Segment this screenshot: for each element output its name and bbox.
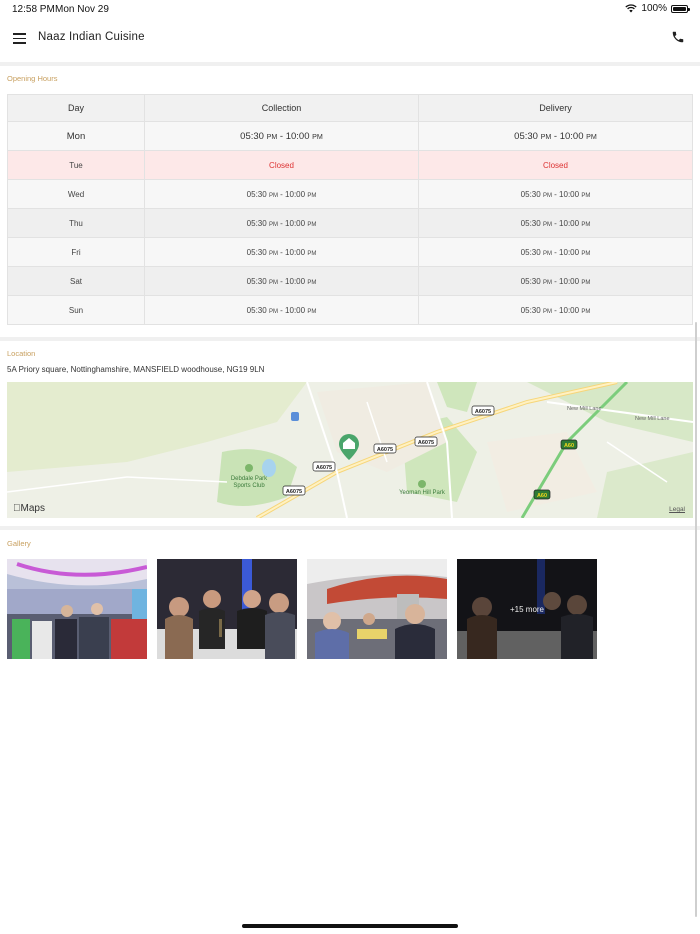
hours-delivery-closed: Closed [418, 150, 693, 180]
gallery-more-overlay[interactable]: +15 more [457, 559, 597, 659]
gallery-thumb-2[interactable] [157, 559, 297, 659]
restaurant-title: Naaz Indian Cuisine [38, 31, 145, 43]
status-bar: 12:58 PM Mon Nov 29 100% [0, 0, 700, 18]
gallery-more-count: +15 more [509, 604, 545, 614]
hamburger-menu-icon[interactable] [13, 33, 26, 44]
scroll-indicator [695, 322, 697, 917]
hours-day: Fri [7, 237, 145, 267]
battery-icon [671, 4, 690, 13]
opening-hours-label: Opening Hours [7, 74, 58, 83]
svg-text:A6075: A6075 [475, 409, 491, 415]
table-header-row: Day Collection Delivery [7, 94, 693, 122]
svg-text:A60: A60 [564, 443, 574, 449]
svg-text:Sports Club: Sports Club [233, 483, 265, 489]
hours-collection: 05:30 PM - 10:00 PM [144, 295, 419, 325]
location-divider [0, 526, 700, 530]
location-map[interactable]: A6075 A6075 A6075 A6075 A6075 A60 A60 De… [7, 382, 693, 518]
hours-collection: 05:30 PM - 10:00 PM [144, 121, 419, 151]
gallery-label: Gallery [7, 539, 31, 548]
hours-day: Sun [7, 295, 145, 325]
hours-collection: 05:30 PM - 10:00 PM [144, 266, 419, 296]
svg-text:A6075: A6075 [316, 465, 332, 471]
status-time: 12:58 PM [12, 4, 55, 15]
status-date: Mon Nov 29 [55, 4, 109, 15]
wifi-icon [625, 4, 638, 13]
hours-day: Mon [7, 121, 145, 151]
hours-collection: 05:30 PM - 10:00 PM [144, 179, 419, 209]
hours-collection: 05:30 PM - 10:00 PM [144, 237, 419, 267]
address-text: 5A Priory square, Nottinghamshire, MANSF… [7, 365, 265, 374]
app-header: Naaz Indian Cuisine [0, 18, 700, 62]
battery-percent: 100% [641, 3, 667, 14]
svg-text:A6075: A6075 [286, 489, 302, 495]
map-canvas: A6075 A6075 A6075 A6075 A6075 A60 A60 De… [7, 382, 693, 518]
map-label-debdale: Debdale Park [231, 476, 268, 482]
hours-delivery: 05:30 PM - 10:00 PM [418, 121, 693, 151]
col-collection: Collection [144, 94, 419, 122]
col-day: Day [7, 94, 145, 122]
hours-row-thu: Thu 05:30 PM - 10:00 PM 05:30 PM - 10:00 P… [7, 208, 693, 238]
apple-maps-logo: Maps [13, 503, 45, 514]
map-legal-link[interactable]: Legal [669, 506, 685, 513]
hours-row-sat: Sat 05:30 PM - 10:00 PM 05:30 PM - 10:00 P… [7, 266, 693, 296]
hours-row-fri: Fri 05:30 PM - 10:00 PM 05:30 PM - 10:00 P… [7, 237, 693, 267]
gallery-thumb-more[interactable]: +15 more [457, 559, 597, 659]
hours-collection: 05:30 PM - 10:00 PM [144, 208, 419, 238]
hours-row-wed: Wed 05:30 PM - 10:00 PM 05:30 PM - 10:00 P… [7, 179, 693, 209]
phone-icon[interactable] [671, 30, 685, 44]
location-label: Location [7, 349, 36, 358]
hours-delivery: 05:30 PM - 10:00 PM [418, 179, 693, 209]
hours-delivery: 05:30 PM - 10:00 PM [418, 295, 693, 325]
hours-day: Wed [7, 179, 145, 209]
home-indicator[interactable] [242, 924, 458, 928]
hours-delivery: 05:30 PM - 10:00 PM [418, 266, 693, 296]
header-divider [0, 62, 700, 66]
hours-row-tue: Tue Closed Closed [7, 150, 693, 180]
hours-day: Thu [7, 208, 145, 238]
hours-divider [0, 337, 700, 341]
opening-hours-table: Day Collection Delivery Mon 05:30 PM - 10… [7, 94, 693, 325]
hours-delivery: 05:30 PM - 10:00 PM [418, 208, 693, 238]
svg-text:New Mill Lane: New Mill Lane [635, 416, 670, 422]
col-delivery: Delivery [418, 94, 693, 122]
svg-text:New Mill Lane: New Mill Lane [567, 406, 602, 412]
svg-text:A60: A60 [537, 493, 547, 499]
hours-delivery: 05:30 PM - 10:00 PM [418, 237, 693, 267]
status-right: 100% [625, 3, 690, 14]
hours-day: Sat [7, 266, 145, 296]
gallery-thumb-1[interactable] [7, 559, 147, 659]
hours-row-mon: Mon 05:30 PM - 10:00 PM 05:30 PM - 10:00 P… [7, 121, 693, 151]
svg-text:A6075: A6075 [418, 440, 434, 446]
hours-collection-closed: Closed [144, 150, 419, 180]
gallery-strip: +15 more [7, 559, 597, 659]
hours-row-sun: Sun 05:30 PM - 10:00 PM 05:30 PM - 10:00 P… [7, 295, 693, 325]
gallery-thumb-3[interactable] [307, 559, 447, 659]
svg-text:Yeoman Hill Park: Yeoman Hill Park [399, 490, 446, 496]
svg-text:A6075: A6075 [377, 447, 393, 453]
hours-day: Tue [7, 150, 145, 180]
